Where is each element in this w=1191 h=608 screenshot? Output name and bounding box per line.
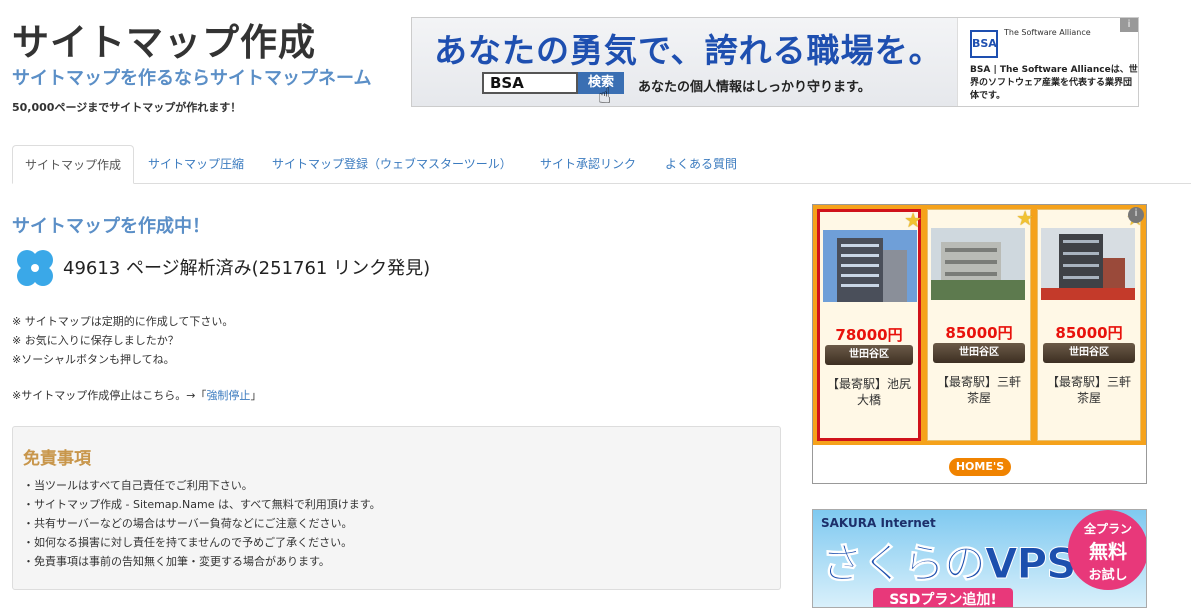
site-subtitle: 50,000ページまでサイトマップが作れます！ — [12, 101, 242, 114]
bsa-panel[interactable]: BSA The Software Alliance BSA | The Soft… — [957, 18, 1138, 106]
listing-price: 78000円 — [835, 326, 903, 344]
homes-ad[interactable]: ★ 78000円 世田谷区 【最寄駅】池尻 大橋 ★ 85000円 世田谷区 【… — [812, 204, 1147, 484]
tab-faq[interactable]: よくある質問 — [665, 145, 737, 184]
clover-icon — [17, 250, 53, 286]
listing-station-line: 【最寄駅】三軒 — [1046, 375, 1131, 389]
disclaimer-item: ・免責事項は事前の告知無く加筆・変更する場合があります。 — [23, 555, 330, 568]
top-banner-ad[interactable]: あなたの勇気で、誇れる職場を。 BSA 検索 ☝ あなたの個人情報はしっかり守り… — [411, 17, 1139, 107]
disclaimer-item: ・共有サーバーなどの場合はサーバー負荷などにご注意ください。 — [23, 517, 353, 530]
homes-ad-background: ★ 78000円 世田谷区 【最寄駅】池尻 大橋 ★ 85000円 世田谷区 【… — [813, 205, 1146, 445]
badge-line: お試し — [1088, 568, 1128, 583]
homes-logo[interactable]: HOME'S — [949, 458, 1011, 476]
building-photo — [823, 230, 917, 302]
listing-area: 世田谷区 — [1043, 343, 1135, 363]
disclaimer-item: ・当ツールはすべて自己責任でご利用下さい。 — [23, 479, 253, 492]
sakura-badge: 全プラン 無料 お試し — [1068, 510, 1146, 590]
bsa-logo: BSA — [970, 30, 998, 58]
listing-area: 世田谷区 — [825, 345, 913, 365]
listing-card[interactable]: ★ 85000円 世田谷区 【最寄駅】三軒 茶屋 — [1037, 206, 1144, 441]
note-item: ※ サイトマップは定期的に作成して下さい。 — [12, 315, 234, 328]
listing-station: 【最寄駅】池尻 大橋 — [820, 376, 918, 408]
stop-prefix: ※サイトマップ作成停止はこちら。→「 — [12, 389, 207, 402]
site-title: サイトマップ作成 — [12, 21, 316, 64]
ad-info-icon[interactable]: i — [1128, 207, 1144, 223]
badge-line: 全プラン — [1083, 522, 1132, 536]
note-item: ※ソーシャルボタンも押してね。 — [12, 353, 175, 366]
bsa-description: BSA | The Software Allianceは、世界のソフトウェア産業… — [970, 65, 1138, 101]
force-stop-link[interactable]: 強制停止 — [206, 389, 250, 402]
listing-price: 85000円 — [945, 324, 1013, 342]
site-tagline: サイトマップを作るならサイトマップネーム — [12, 68, 372, 89]
banner-search-box[interactable]: BSA — [482, 72, 578, 94]
listing-station: 【最寄駅】三軒 茶屋 — [928, 374, 1030, 406]
tab-sitemap-register[interactable]: サイトマップ登録（ウェブマスターツール） — [272, 145, 512, 184]
disclaimer-title: 免責事項 — [23, 449, 91, 469]
ad-info-icon[interactable]: i — [1120, 18, 1138, 32]
tab-sitemap-compress[interactable]: サイトマップ圧縮 — [148, 145, 244, 184]
sakura-ribbon: SSDプラン追加! — [873, 588, 1013, 607]
bsa-brand-name: The Software Alliance — [1004, 28, 1091, 37]
links-found-label: リンク発見) — [333, 258, 431, 279]
listing-station-line: 茶屋 — [1076, 391, 1101, 405]
disclaimer-item: ・如何なる損害に対し責任を持てませんので予めご了承ください。 — [23, 536, 353, 549]
pages-analyzed-label: ページ解析済み(251761 — [126, 258, 328, 279]
listing-area: 世田谷区 — [933, 343, 1025, 363]
listing-station-line: 【最寄駅】三軒 — [936, 375, 1021, 389]
banner-privacy-text: あなたの個人情報はしっかり守ります。 — [638, 80, 871, 95]
listing-station-line: 【最寄駅】池尻 — [826, 377, 911, 391]
hand-cursor-icon: ☝ — [598, 84, 612, 107]
sakura-vps-ad[interactable]: SAKURA Internet さくらのVPS 全プラン 無料 お試し SSDプ… — [812, 509, 1147, 608]
note-item: ※ お気に入りに保存しましたか？ — [12, 334, 179, 347]
tab-site-approval-link[interactable]: サイト承認リンク — [540, 145, 636, 184]
disclaimer-list: ・当ツールはすべて自己責任でご利用下さい。 ・サイトマップ作成 - Sitema… — [23, 476, 381, 571]
stop-suffix: 」 — [250, 389, 262, 402]
listing-card[interactable]: ★ 78000円 世田谷区 【最寄駅】池尻 大橋 — [817, 208, 922, 441]
section-title: サイトマップを作成中！ — [12, 216, 210, 237]
badge-line: 無料 — [1088, 541, 1127, 563]
stop-instruction: ※サイトマップ作成停止はこちら。→「強制停止」 — [12, 387, 261, 403]
building-photo — [931, 228, 1025, 300]
listing-card[interactable]: ★ 85000円 世田谷区 【最寄駅】三軒 茶屋 — [927, 206, 1034, 441]
sakura-brand: SAKURA Internet — [821, 516, 936, 530]
tab-sitemap-create[interactable]: サイトマップ作成 — [12, 145, 135, 184]
listing-station-line: 茶屋 — [966, 391, 991, 405]
disclaimer-item: ・サイトマップ作成 - Sitemap.Name は、すべて無料で利用頂けます。 — [23, 498, 381, 511]
notes-list: ※ サイトマップは定期的に作成して下さい。 ※ お気に入りに保存しましたか？ ※… — [12, 312, 233, 369]
progress-status: 49613 ページ解析済み(251761 リンク発見) — [63, 254, 430, 280]
disclaimer-box: 免責事項 ・当ツールはすべて自己責任でご利用下さい。 ・サイトマップ作成 - S… — [12, 426, 781, 590]
sakura-title: さくらのVPS — [821, 539, 1078, 589]
building-photo — [1041, 228, 1135, 300]
favorite-star-icon[interactable]: ★ — [904, 208, 922, 232]
favorite-star-icon[interactable]: ★ — [1016, 206, 1034, 230]
nav-tabs: サイトマップ作成 サイトマップ圧縮 サイトマップ登録（ウェブマスターツール） サ… — [12, 145, 1191, 184]
banner-headline: あなたの勇気で、誇れる職場を。 — [434, 31, 943, 70]
listing-station: 【最寄駅】三軒 茶屋 — [1038, 374, 1140, 406]
pages-analyzed-count: 49613 — [63, 258, 121, 279]
listing-station-line: 大橋 — [856, 393, 881, 407]
listing-price: 85000円 — [1055, 324, 1123, 342]
